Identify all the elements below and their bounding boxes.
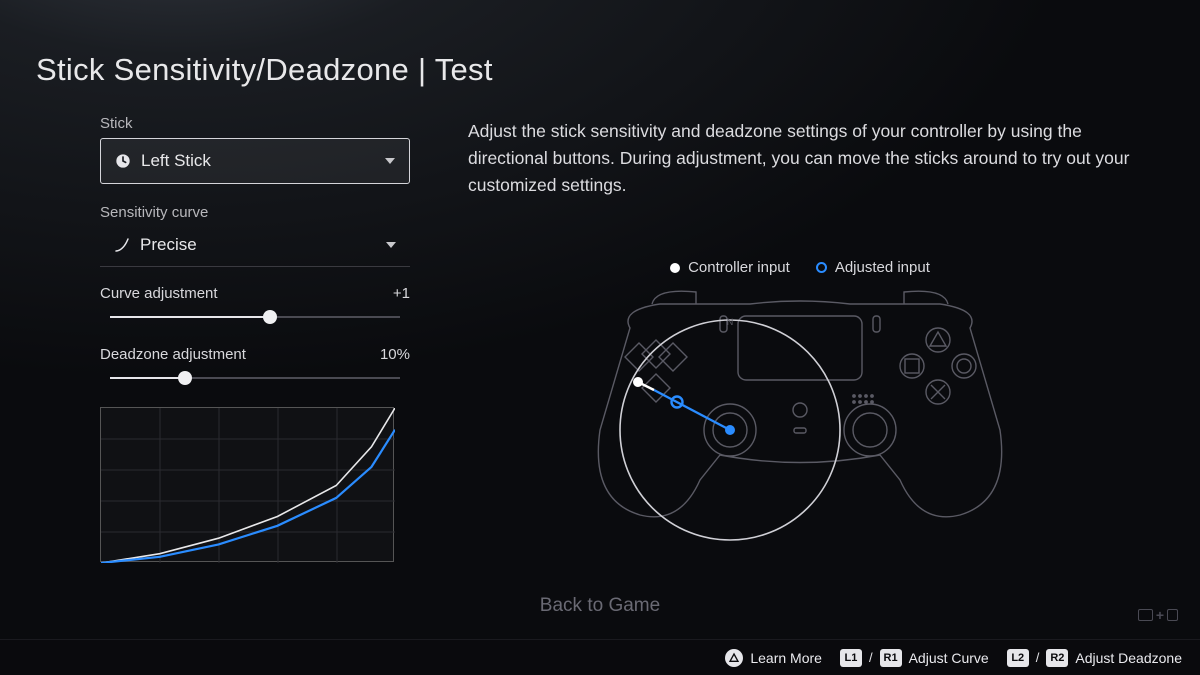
hint-adjust-deadzone: L2 / R2 Adjust Deadzone — [1007, 649, 1182, 667]
deadzone-adjustment-slider[interactable] — [110, 377, 400, 379]
legend-adjusted-input: Adjusted input — [816, 259, 930, 276]
deadzone-adjustment-label: Deadzone adjustment — [100, 346, 246, 363]
sensitivity-curve-select[interactable]: Precise — [100, 227, 410, 267]
option-hint-icon: + — [1138, 607, 1178, 623]
chevron-down-icon — [386, 242, 396, 248]
info-panel: Adjust the stick sensitivity and deadzon… — [468, 118, 1132, 276]
stick-select[interactable]: Left Stick — [100, 138, 410, 184]
deadzone-adjustment-value: 10% — [380, 346, 410, 363]
chevron-down-icon — [385, 158, 395, 164]
r2-button-icon: R2 — [1046, 649, 1068, 667]
curve-adjustment-value: +1 — [393, 285, 410, 302]
stick-select-value: Left Stick — [141, 151, 385, 171]
description-text: Adjust the stick sensitivity and deadzon… — [468, 118, 1132, 199]
slider-thumb[interactable] — [263, 310, 277, 324]
controller-diagram: N — [560, 280, 1040, 580]
back-to-game-button[interactable]: Back to Game — [540, 595, 660, 617]
stick-label: Stick — [100, 115, 410, 132]
hint-learn-more: Learn More — [725, 649, 822, 667]
curve-icon — [114, 237, 130, 253]
clock-icon — [115, 153, 131, 169]
page-title: Stick Sensitivity/Deadzone | Test — [36, 52, 493, 88]
button-hints-bar: Learn More L1 / R1 Adjust Curve L2 / R2 … — [0, 639, 1200, 675]
triangle-button-icon — [725, 649, 743, 667]
settings-panel: Stick Left Stick Sensitivity curve Preci… — [100, 115, 410, 562]
dot-icon — [670, 263, 680, 273]
curve-adjustment-label: Curve adjustment — [100, 285, 218, 302]
input-legend: Controller input Adjusted input — [468, 259, 1132, 276]
legend-controller-input: Controller input — [670, 259, 790, 276]
sensitivity-curve-value: Precise — [140, 235, 386, 255]
sensitivity-curve-chart — [100, 407, 394, 562]
curve-adjustment-slider[interactable] — [110, 316, 400, 318]
sensitivity-curve-label: Sensitivity curve — [100, 204, 410, 221]
l1-button-icon: L1 — [840, 649, 862, 667]
svg-text:N: N — [727, 317, 734, 327]
l2-button-icon: L2 — [1007, 649, 1029, 667]
ring-icon — [816, 262, 827, 273]
hint-adjust-curve: L1 / R1 Adjust Curve — [840, 649, 989, 667]
slider-thumb[interactable] — [178, 371, 192, 385]
r1-button-icon: R1 — [880, 649, 902, 667]
